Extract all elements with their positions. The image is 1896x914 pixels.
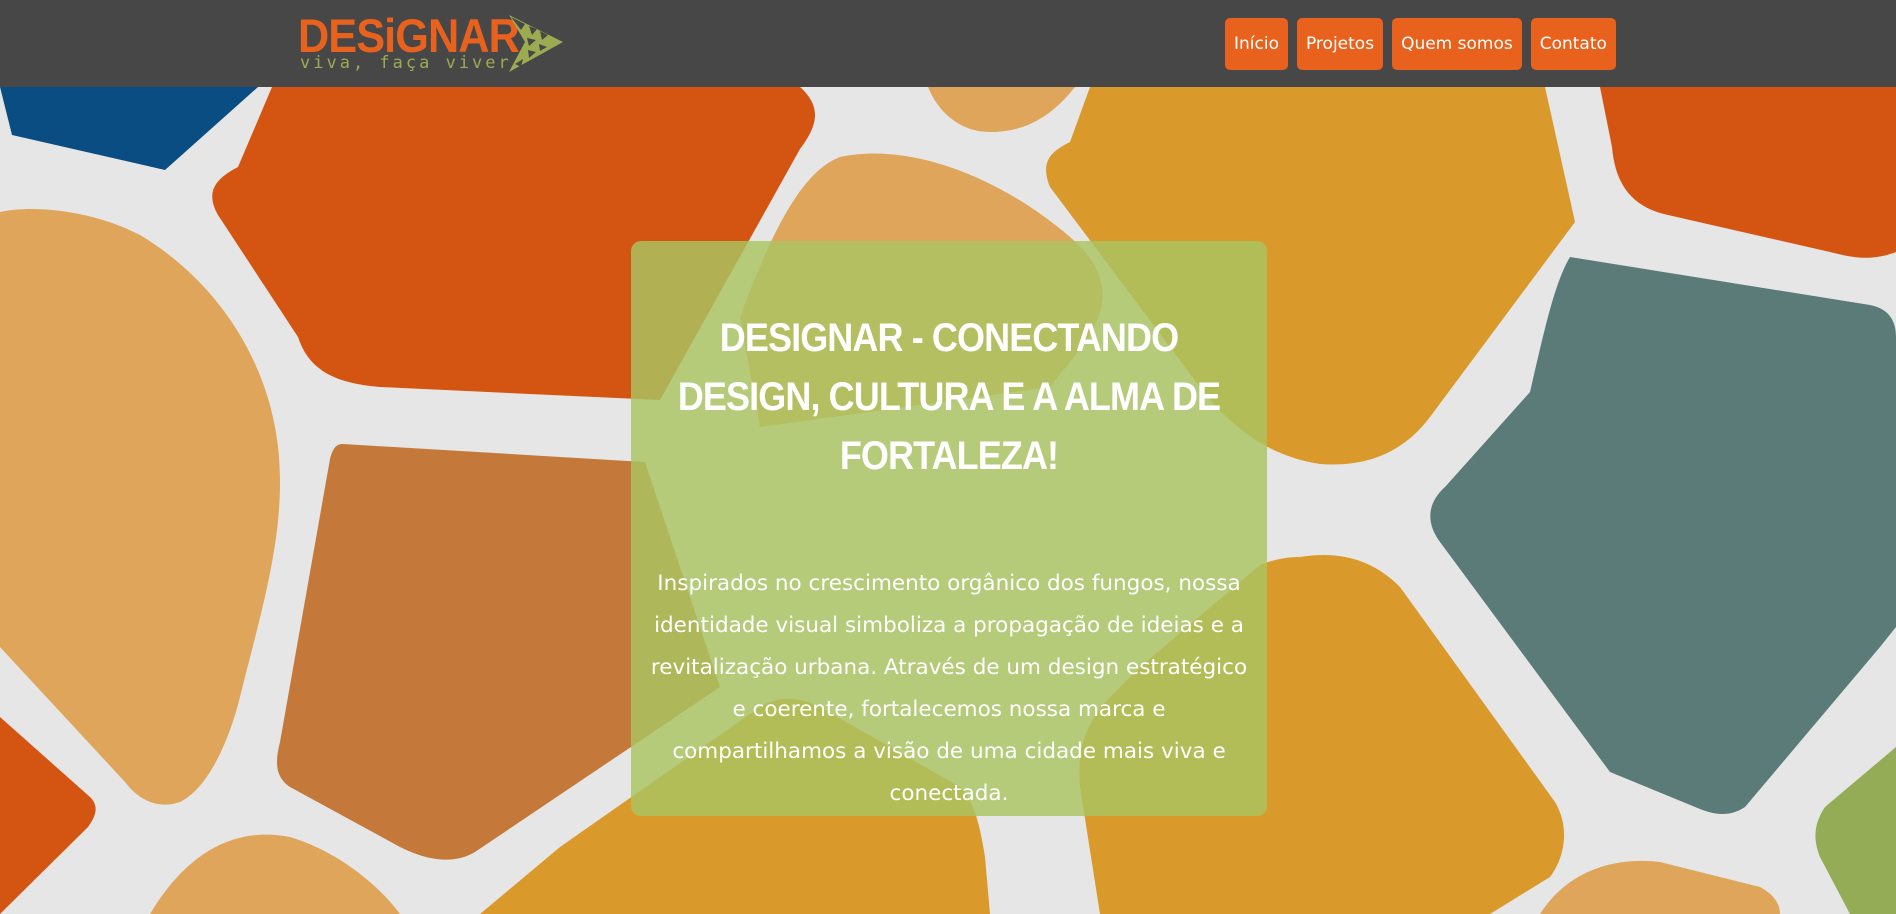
hero-description: Inspirados no crescimento orgânico dos f… <box>650 571 1248 806</box>
arrow-mosaic-icon <box>509 15 563 72</box>
page: DESiGNAR viva, faça viver Início Projeto… <box>0 0 1896 914</box>
nav-projetos-button[interactable]: Projetos <box>1296 18 1384 70</box>
logo[interactable]: DESiGNAR viva, faça viver <box>298 10 568 76</box>
site-header: DESiGNAR viva, faça viver Início Projeto… <box>0 0 1896 87</box>
hero-title: Designar - Conectando Design, Cultura e … <box>677 316 1221 478</box>
main-nav: Início Projetos Quem somos Contato <box>1225 18 1616 70</box>
nav-quem-somos-button[interactable]: Quem somos <box>1392 18 1522 70</box>
nav-contato-button[interactable]: Contato <box>1530 18 1616 70</box>
nav-inicio-button[interactable]: Início <box>1225 18 1288 70</box>
logo-wordmark: DESiGNAR <box>298 9 520 62</box>
hero-card: Designar - Conectando Design, Cultura e … <box>631 241 1267 816</box>
logo-tagline: viva, faça viver <box>300 53 512 73</box>
